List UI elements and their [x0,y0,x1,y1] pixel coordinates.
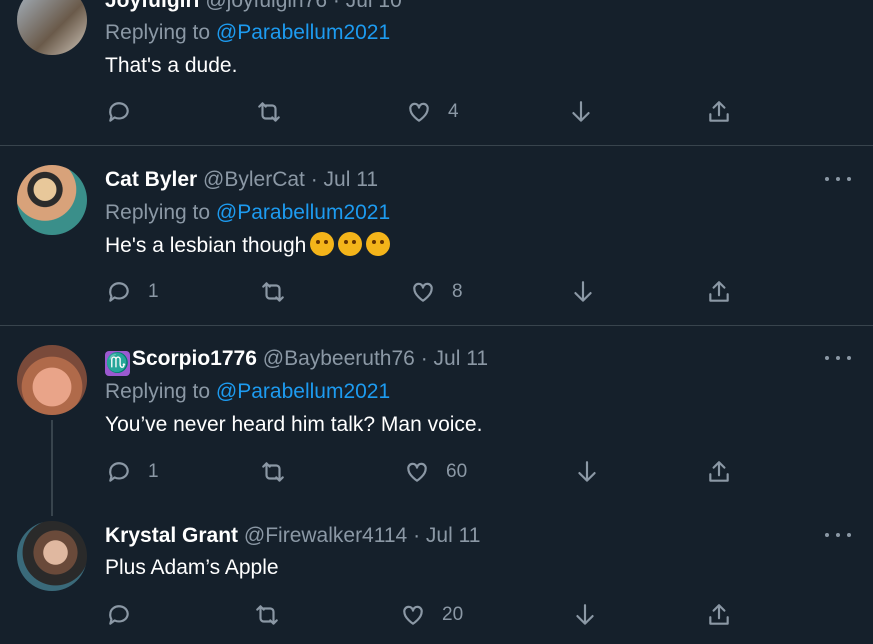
reply-button[interactable] [106,97,148,127]
download-button[interactable] [570,277,596,307]
tweet-actions: 1 60 [0,457,873,487]
like-icon [413,282,433,302]
download-icon [576,604,594,625]
display-name[interactable]: Cat Byler [105,168,197,191]
tweet-1[interactable]: Joyfulgirl @joyfulgirl76 · Jul 10 Replyi… [0,0,873,146]
more-icon[interactable] [825,174,851,184]
scorpio-badge: ♏ [105,351,130,376]
retweet-icon [262,462,284,482]
tweet-date[interactable]: · Jul 11 [421,347,488,370]
avatar[interactable] [17,0,87,55]
like-button[interactable]: 4 [406,97,459,127]
handle[interactable]: @Firewalker4114 [244,524,407,547]
download-button[interactable] [574,457,600,487]
tweet-text: He's a lesbian though [105,232,391,259]
display-name[interactable]: Krystal Grant [105,524,238,547]
more-icon[interactable] [825,0,851,2]
replying-to: Replying to @Parabellum2021 [105,201,391,224]
like-icon [409,102,429,122]
like-icon [403,605,423,625]
share-button[interactable] [706,277,732,307]
download-icon [572,101,590,122]
retweet-icon [256,605,278,625]
share-icon [709,281,729,302]
download-icon [578,461,596,482]
reply-icon [109,605,129,625]
replying-to: Replying to @Parabellum2021 [105,380,391,403]
reply-icon [109,462,129,482]
tweet-text: Plus Adam’s Apple [105,556,279,579]
reply-button[interactable]: 1 [106,277,159,307]
like-button[interactable]: 20 [400,600,463,630]
tweet-4[interactable]: Krystal Grant @Firewalker4114 · Jul 11 P… [0,506,873,644]
reply-icon [109,282,129,302]
retweet-button[interactable] [256,97,282,127]
share-button[interactable] [706,97,732,127]
like-button[interactable]: 8 [410,277,463,307]
tweet-date[interactable]: · Jul 11 [311,168,378,191]
avatar[interactable] [17,345,87,415]
reply-button[interactable] [106,600,148,630]
display-name[interactable]: Joyfulgirl [105,0,200,12]
download-button[interactable] [568,97,594,127]
retweet-button[interactable] [260,277,286,307]
tweet-text: That's a dude. [105,54,238,77]
tweet-header: Krystal Grant @Firewalker4114 · Jul 11 [105,523,480,549]
reply-button[interactable]: 1 [106,457,159,487]
tweet-header: ♏ Scorpio1776 @Baybeeruth76 · Jul 11 [105,346,488,376]
retweet-button[interactable] [260,457,286,487]
avatar[interactable] [17,521,87,591]
tweet-header: Cat Byler @BylerCat · Jul 11 [105,167,378,193]
tweet-text: You’ve never heard him talk? Man voice. [105,413,483,436]
more-icon[interactable] [825,530,851,540]
tweet-3[interactable]: ♏ Scorpio1776 @Baybeeruth76 · Jul 11 Repl… [0,326,873,506]
thinking-face-emoji [310,232,335,256]
handle[interactable]: @Baybeeruth76 [263,347,415,370]
replying-to-link[interactable]: @Parabellum2021 [216,21,390,44]
display-name[interactable]: Scorpio1776 [132,347,257,370]
handle[interactable]: @BylerCat [203,168,305,191]
retweet-icon [258,102,280,122]
replying-to-link[interactable]: @Parabellum2021 [216,380,390,403]
handle[interactable]: @joyfulgirl76 [205,0,327,12]
replying-to-link[interactable]: @Parabellum2021 [216,201,390,224]
like-icon [407,462,427,482]
thinking-face-emoji [338,232,363,256]
download-button[interactable] [572,600,598,630]
more-icon[interactable] [825,353,851,363]
share-button[interactable] [706,600,732,630]
share-icon [709,461,729,482]
tweet-header: Joyfulgirl @joyfulgirl76 · Jul 10 [105,0,402,14]
tweet-actions: 1 8 [0,277,873,307]
replying-to: Replying to @Parabellum2021 [105,21,391,44]
thinking-face-emoji [366,232,391,256]
avatar[interactable] [17,165,87,235]
tweet-date[interactable]: · Jul 11 [413,524,480,547]
like-button[interactable]: 60 [404,457,467,487]
tweet-date[interactable]: · Jul 10 [333,0,402,12]
retweet-button[interactable] [254,600,280,630]
reply-icon [109,102,129,122]
download-icon [574,281,592,302]
tweet-actions: 4 [0,97,873,127]
retweet-icon [262,282,284,302]
share-icon [709,604,729,625]
tweet-2[interactable]: Cat Byler @BylerCat · Jul 11 Replying to… [0,146,873,326]
share-icon [709,101,729,122]
share-button[interactable] [706,457,732,487]
tweet-actions: 20 [0,600,873,630]
